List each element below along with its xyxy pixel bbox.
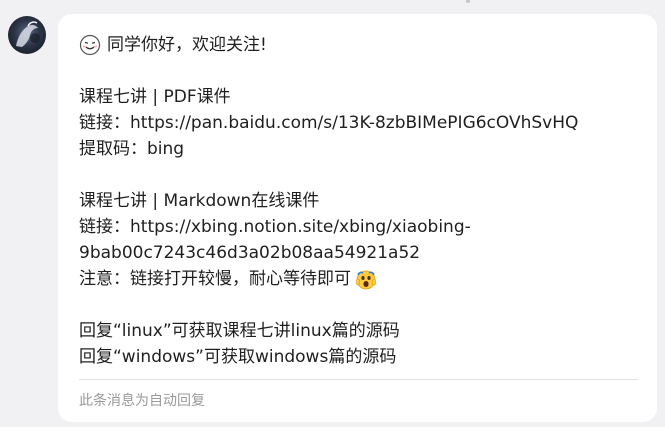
- auto-reply-note: 此条消息为自动回复: [79, 393, 205, 409]
- divider: [79, 379, 638, 380]
- reply-windows-hint: 回复“windows”可获取windows篇的源码: [79, 347, 397, 367]
- reply-linux-hint: 回复“linux”可获取课程七讲linux篇的源码: [79, 321, 400, 341]
- pdf-link[interactable]: 链接：https://pan.baidu.com/s/13K-8zbBIMePI…: [79, 110, 639, 136]
- screaming-face-emoji-icon: [355, 268, 377, 290]
- smiling-face-emoji-icon: [79, 34, 101, 56]
- message-content: 同学你好，欢迎关注! 课程七讲 | PDF课件 链接：https://pan.b…: [79, 32, 639, 370]
- pdf-title: 课程七讲 | PDF课件: [79, 87, 231, 107]
- pdf-extraction-code: 提取码：bing: [79, 139, 185, 159]
- message-bubble: 同学你好，欢迎关注! 课程七讲 | PDF课件 链接：https://pan.b…: [58, 14, 657, 422]
- greeting-text: 同学你好，欢迎关注!: [107, 35, 267, 55]
- markdown-note-text: 注意：链接打开较慢，耐心等待即可: [79, 269, 351, 289]
- markdown-link-line-2[interactable]: 9bab00c7243c46d3a02b08aa54921a52: [79, 240, 639, 266]
- markdown-link-line-1[interactable]: 链接：https://xbing.notion.site/xbing/xiaob…: [79, 214, 639, 240]
- markdown-title: 课程七讲 | Markdown在线课件: [79, 191, 320, 211]
- avatar[interactable]: [8, 16, 46, 54]
- markdown-note: 注意：链接打开较慢，耐心等待即可: [79, 266, 639, 292]
- greeting-line: 同学你好，欢迎关注!: [79, 32, 639, 58]
- scroll-indicator: [466, 0, 470, 3]
